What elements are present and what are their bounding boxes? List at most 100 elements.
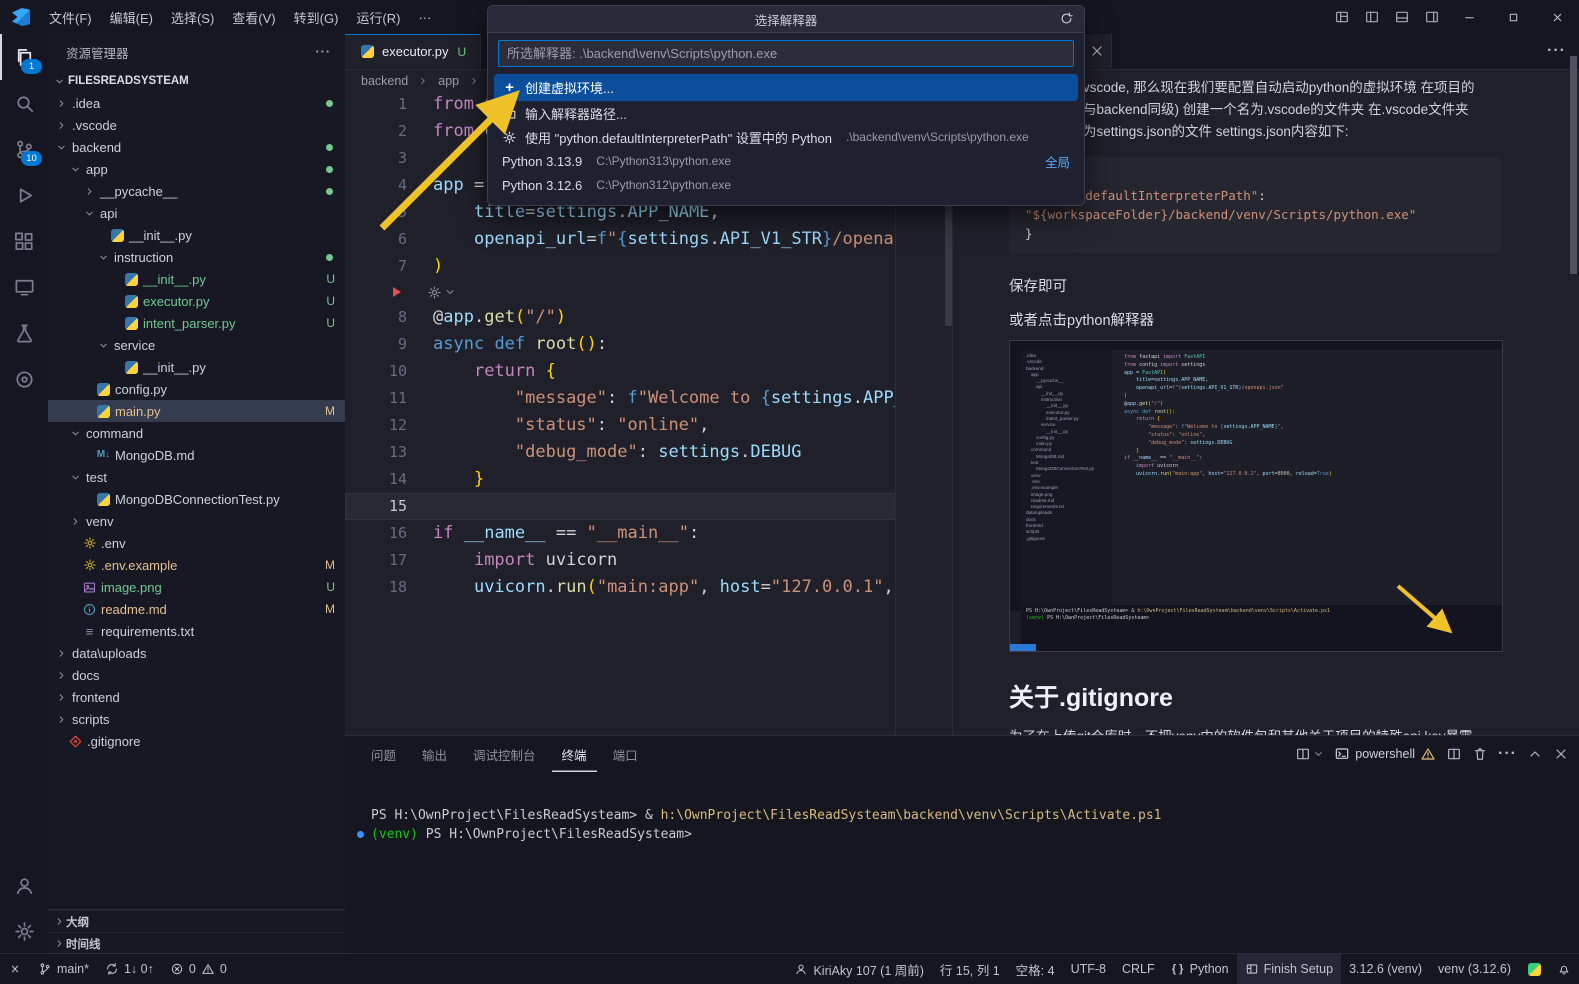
quickpick-item-1[interactable]: 输入解释器路径...: [494, 101, 1078, 125]
panel-tab-3[interactable]: 终端: [552, 736, 597, 772]
activity-search[interactable]: [0, 80, 48, 126]
activity-custom-extension[interactable]: [0, 356, 48, 402]
menubar-item-5[interactable]: 运行(R): [347, 5, 409, 29]
status-problems[interactable]: 00: [162, 954, 235, 984]
tree-item-.idea[interactable]: .idea: [48, 92, 345, 114]
menubar-item-4[interactable]: 转到(G): [285, 5, 348, 29]
activity-extensions[interactable]: [0, 218, 48, 264]
tree-item-MongoDBConnectionTest.py[interactable]: MongoDBConnectionTest.py: [48, 488, 345, 510]
tree-item-__init__.py[interactable]: __init__.pyU: [48, 268, 345, 290]
tree-item-backend[interactable]: backend: [48, 136, 345, 158]
tree-item-.vscode[interactable]: .vscode: [48, 114, 345, 136]
tree-item-api[interactable]: api: [48, 202, 345, 224]
tree-item-MongoDB.md[interactable]: M↓MongoDB.md: [48, 444, 345, 466]
tree-item-readme.md[interactable]: readme.mdM: [48, 598, 345, 620]
status-remote-indicator[interactable]: [0, 954, 30, 984]
activity-source-control[interactable]: 10: [0, 126, 48, 172]
more-actions-icon[interactable]: ···: [316, 45, 332, 59]
terminal[interactable]: PS H:\OwnProject\FilesReadSysteam> & h:\…: [357, 806, 1579, 844]
tree-item-test[interactable]: test: [48, 466, 345, 488]
status-notifications[interactable]: [1549, 954, 1579, 984]
breadcrumb-item[interactable]: app: [438, 74, 459, 88]
close-panel-icon[interactable]: [1553, 746, 1569, 762]
tree-item-main.py[interactable]: main.pyM: [48, 400, 345, 422]
tree-item-__init__.py[interactable]: __init__.py: [48, 356, 345, 378]
menubar-item-1[interactable]: 编辑(E): [101, 5, 162, 29]
layout-panel-icon[interactable]: [1387, 4, 1417, 30]
maximize-icon[interactable]: [1491, 0, 1535, 34]
layout-sidebar-icon[interactable]: [1357, 4, 1387, 30]
activity-run-debug[interactable]: [0, 172, 48, 218]
minimize-icon[interactable]: [1447, 0, 1491, 34]
menubar-item-2[interactable]: 选择(S): [162, 5, 223, 29]
tree-item-image.png[interactable]: image.pngU: [48, 576, 345, 598]
status-cursor-position[interactable]: 行 15, 列 1: [932, 954, 1008, 984]
tree-item-executor.py[interactable]: executor.pyU: [48, 290, 345, 312]
tree-item-instruction[interactable]: instruction: [48, 246, 345, 268]
status-git-branch[interactable]: main*: [30, 954, 97, 984]
status-venv-indicator[interactable]: venv (3.12.6): [1430, 954, 1519, 984]
preview-scrollbar[interactable]: [1570, 56, 1577, 274]
refresh-icon[interactable]: [1059, 11, 1074, 26]
tree-item-intent_parser.py[interactable]: intent_parser.pyU: [48, 312, 345, 334]
tree-item-__init__.py[interactable]: __init__.py: [48, 224, 345, 246]
menubar-item-3[interactable]: 查看(V): [223, 5, 284, 29]
layout-grid-icon[interactable]: [1327, 4, 1357, 30]
maximize-panel-icon[interactable]: [1527, 746, 1543, 762]
status-python-interpreter[interactable]: 3.12.6 (venv): [1341, 954, 1430, 984]
tree-item-.env[interactable]: .env: [48, 532, 345, 554]
status-language-mode[interactable]: { }Python: [1163, 954, 1237, 984]
tree-item-data\uploads[interactable]: data\uploads: [48, 642, 345, 664]
status-finish-setup[interactable]: Finish Setup: [1237, 954, 1341, 984]
panel-tab-4[interactable]: 端口: [603, 736, 648, 772]
chevron-down-icon[interactable]: [1313, 746, 1324, 762]
activity-explorer[interactable]: 1: [0, 34, 48, 80]
status-commit-info[interactable]: KiriAky 107 (1 周前): [786, 954, 931, 984]
inline-widget[interactable]: [345, 280, 896, 304]
activity-settings[interactable]: [0, 908, 48, 954]
tree-item-requirements.txt[interactable]: ≡requirements.txt: [48, 620, 345, 642]
breadcrumb-item[interactable]: backend: [361, 74, 408, 88]
quickpick-item-3[interactable]: Python 3.13.9C:\Python313\python.exe全局: [494, 149, 1078, 173]
tree-item-command[interactable]: command: [48, 422, 345, 444]
status-extension-status[interactable]: [1519, 954, 1549, 984]
tree-item-service[interactable]: service: [48, 334, 345, 356]
tree-item-venv[interactable]: venv: [48, 510, 345, 532]
menubar-item-6[interactable]: ···: [409, 5, 440, 29]
tree-item-__pycache__[interactable]: __pycache__: [48, 180, 345, 202]
terminal-instance-powershell[interactable]: powershell: [1334, 746, 1436, 762]
tree-item-config.py[interactable]: config.py: [48, 378, 345, 400]
workspace-section-header[interactable]: FILESREADSYSTEAM: [48, 70, 345, 92]
quickpick-item-2[interactable]: 使用 "python.defaultInterpreterPath" 设置中的 …: [494, 125, 1078, 149]
tree-item-frontend[interactable]: frontend: [48, 686, 345, 708]
activity-remote-explorer[interactable]: [0, 264, 48, 310]
layout-right-icon[interactable]: [1417, 4, 1447, 30]
activity-accounts[interactable]: [0, 862, 48, 908]
menubar-item-0[interactable]: 文件(F): [40, 5, 101, 29]
editor-tab[interactable]: executor.pyU: [345, 34, 481, 69]
tree-item-.gitignore[interactable]: .gitignore: [48, 730, 345, 752]
status-eol[interactable]: CRLF: [1114, 954, 1163, 984]
status-indentation[interactable]: 空格: 4: [1008, 954, 1063, 984]
panel-tab-1[interactable]: 输出: [412, 736, 457, 772]
kill-terminal-icon[interactable]: [1472, 746, 1488, 762]
quickpick-item-4[interactable]: Python 3.12.6C:\Python312\python.exe: [494, 173, 1078, 197]
tree-item-.env.example[interactable]: .env.exampleM: [48, 554, 345, 576]
tree-item-app[interactable]: app: [48, 158, 345, 180]
sidebar-section-0[interactable]: 大纲: [48, 910, 345, 932]
close-icon[interactable]: [1089, 43, 1105, 59]
panel-tab-0[interactable]: 问题: [361, 736, 406, 772]
more-actions-icon[interactable]: ···: [1498, 746, 1517, 762]
tree-item-scripts[interactable]: scripts: [48, 708, 345, 730]
tree-item-docs[interactable]: docs: [48, 664, 345, 686]
status-encoding[interactable]: UTF-8: [1063, 954, 1114, 984]
activity-testing[interactable]: [0, 310, 48, 356]
quickpick-input[interactable]: [498, 40, 1074, 67]
more-actions-icon[interactable]: ···: [1547, 42, 1566, 60]
split-terminal-icon[interactable]: [1446, 746, 1462, 762]
status-git-sync[interactable]: 1↓ 0↑: [97, 954, 162, 984]
close-icon[interactable]: [1535, 0, 1579, 34]
panel-tab-2[interactable]: 调试控制台: [463, 736, 546, 772]
sidebar-section-1[interactable]: 时间线: [48, 932, 345, 954]
quickpick-item-0[interactable]: +创建虚拟环境...: [494, 74, 1078, 101]
